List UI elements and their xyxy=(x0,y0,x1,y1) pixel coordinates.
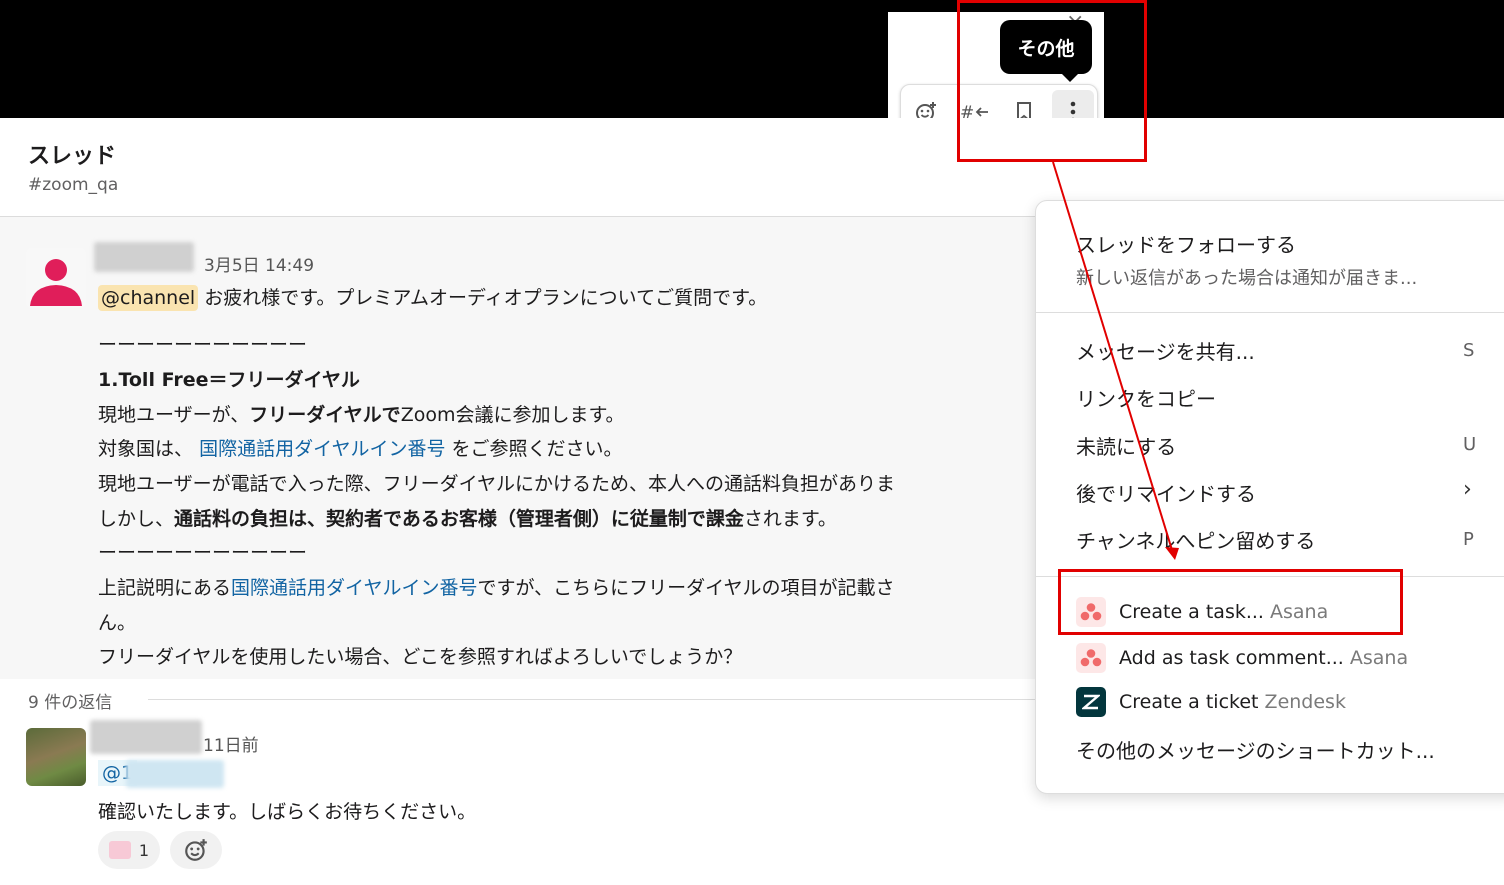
menu-copy-link[interactable]: リンクをコピー xyxy=(1076,383,1216,412)
reaction-count: 1 xyxy=(138,840,150,860)
custom-emoji-icon xyxy=(108,841,131,859)
message-line: しかし、通話料の負担は、契約者であるお客様（管理者側）に従量制で課金されます。 xyxy=(98,504,837,531)
menu-share-message[interactable]: メッセージを共有... xyxy=(1076,336,1255,365)
app-source: Asana xyxy=(1349,647,1409,669)
zendesk-icon xyxy=(1076,687,1106,717)
channel-mention[interactable]: @channel xyxy=(98,285,199,311)
menu-divider xyxy=(1036,312,1504,313)
message-text: 現地ユーザーが、 xyxy=(98,404,250,426)
message-text: をご参照ください。 xyxy=(451,438,623,460)
default-user-icon xyxy=(30,259,82,306)
message-text: されます。 xyxy=(743,508,837,530)
menu-create-zendesk-ticket[interactable]: Create a ticket Zendesk xyxy=(1119,691,1346,713)
message-line: 現地ユーザーが、フリーダイヤルでZoom会議に参加します。 xyxy=(98,400,625,427)
message-line: @channel お疲れ様です。プレミアムオーディオプランについてご質問です。 xyxy=(98,283,768,311)
message-timestamp[interactable]: 3月5日 14:49 xyxy=(204,251,314,276)
message-bold-text: 通話料の負担は、契約者であるお客様（管理者側）に従量制で課金 xyxy=(174,508,744,530)
message-text: 上記説明にある xyxy=(98,577,232,599)
message-bold-text: フリーダイヤルで xyxy=(249,404,401,426)
menu-pin-to-channel[interactable]: チャンネルへピン留めする xyxy=(1076,525,1315,554)
message-text: しかし、 xyxy=(98,508,175,530)
add-reaction-button[interactable] xyxy=(170,831,222,869)
menu-follow-thread[interactable]: スレッドをフォローする xyxy=(1076,229,1296,258)
menu-remind-later[interactable]: 後でリマインドする xyxy=(1076,478,1256,507)
shortcut-key: P xyxy=(1463,529,1474,550)
message-text: Zoom会議に参加します。 xyxy=(400,404,625,426)
reply-text: 確認いたします。しばらくお待ちください。 xyxy=(98,801,477,823)
reply-count: 9 件の返信 xyxy=(28,693,113,713)
message-line: 上記説明にある国際通話用ダイヤルイン番号ですが、こちらにフリーダイヤルの項目が記… xyxy=(98,573,1033,600)
asana-icon xyxy=(1076,643,1106,673)
highlight-box xyxy=(957,0,1147,162)
message-text: お疲れ様です。プレミアムオーディオプランについてご質問です。 xyxy=(204,287,768,309)
app-action-label: Add as task comment... xyxy=(1119,647,1344,669)
app-source: Zendesk xyxy=(1264,691,1346,713)
divider-line: ーーーーーーーーーーー xyxy=(98,334,308,356)
shortcut-key: S xyxy=(1463,340,1475,361)
reply-divider xyxy=(148,699,1048,700)
add-reaction-icon xyxy=(185,839,207,861)
blurred-username[interactable] xyxy=(94,242,194,272)
shortcut-key: U xyxy=(1463,434,1477,455)
blurred-mention xyxy=(126,760,224,788)
reply-timestamp[interactable]: 11日前 xyxy=(203,731,259,756)
message-text: ですが、こちらにフリーダイヤルの項目が記載さ xyxy=(477,577,895,599)
reaction-pill[interactable]: 1 xyxy=(98,831,160,869)
menu-mark-unread[interactable]: 未読にする xyxy=(1076,431,1176,460)
top-dark-bar xyxy=(0,0,1504,118)
highlight-box xyxy=(1058,569,1403,635)
avatar[interactable] xyxy=(26,728,86,786)
menu-more-shortcuts[interactable]: その他のメッセージのショートカット... xyxy=(1076,735,1435,764)
dial-in-link[interactable]: 国際通話用ダイヤルイン番号 xyxy=(231,577,477,599)
chevron-right-icon: › xyxy=(1463,477,1472,502)
message-line: ん。 xyxy=(98,612,137,634)
avatar[interactable] xyxy=(26,248,86,308)
divider-line: ーーーーーーーーーーー xyxy=(98,542,308,564)
menu-follow-subtitle: 新しい返信があった場合は通知が届きま... xyxy=(1076,268,1418,289)
dial-in-link[interactable]: 国際通話用ダイヤルイン番号 xyxy=(199,438,445,460)
message-text: 対象国は、 xyxy=(98,438,194,460)
message-line: 対象国は、 国際通話用ダイヤルイン番号 をご参照ください。 xyxy=(98,434,623,461)
thread-title: スレッド xyxy=(28,144,117,169)
channel-name[interactable]: #zoom_qa xyxy=(28,175,118,195)
menu-add-asana-comment[interactable]: Add as task comment... Asana xyxy=(1119,647,1408,669)
message-heading: 1.Toll Free＝フリーダイヤル xyxy=(98,369,360,391)
message-line: 現地ユーザーが電話で入った際、フリーダイヤルにかけるため、本人への通話料負担があ… xyxy=(98,473,896,495)
blurred-username[interactable] xyxy=(90,720,202,754)
message-line: フリーダイヤルを使用したい場合、どこを参照すればよろしいでしょうか？ xyxy=(98,646,743,668)
app-action-label: Create a ticket xyxy=(1119,691,1259,713)
